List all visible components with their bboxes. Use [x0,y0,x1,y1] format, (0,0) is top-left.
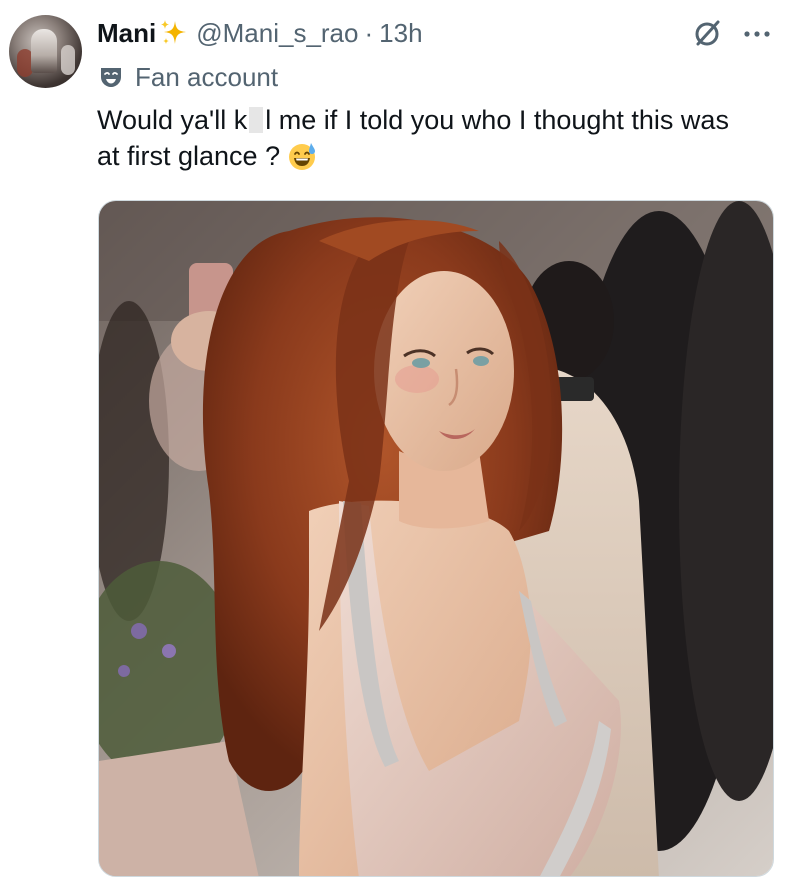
account-label-text: Fan account [135,61,279,92]
tweet: Mani @Mani_s_rao · 13h Fan account Would… [0,0,800,895]
user-handle[interactable]: @Mani_s_rao [196,18,358,49]
account-label: Fan account [97,58,278,96]
display-name[interactable]: Mani [97,18,156,49]
redacted-letters [249,107,264,133]
sparkles-icon [161,20,187,44]
tweet-text: Would ya'll k l me if I told you who I th… [97,102,777,174]
avatar-figure-center [31,29,57,73]
tweet-text-line-2: at first glance ? [97,138,777,174]
tweet-text-part-3: at first glance ? [97,141,281,171]
mask-icon [101,68,121,87]
timestamp[interactable]: 13h [379,18,422,49]
tweet-photo[interactable] [98,200,774,877]
avatar[interactable] [9,15,82,88]
tweet-text-line-1: Would ya'll k l me if I told you who I th… [97,102,777,138]
tweet-text-part-1: Would ya'll k [97,105,248,135]
tweet-header: Mani @Mani_s_rao · 13h [97,14,423,52]
separator-dot: · [364,17,374,48]
more-options-icon[interactable] [740,22,774,46]
sweat-smile-emoji-icon [289,143,316,170]
grok-icon[interactable] [692,18,722,48]
tweet-text-part-2: l me if I told you who I thought this wa… [265,105,729,135]
photo-illustration [99,201,773,876]
avatar-figure-right [61,45,75,75]
